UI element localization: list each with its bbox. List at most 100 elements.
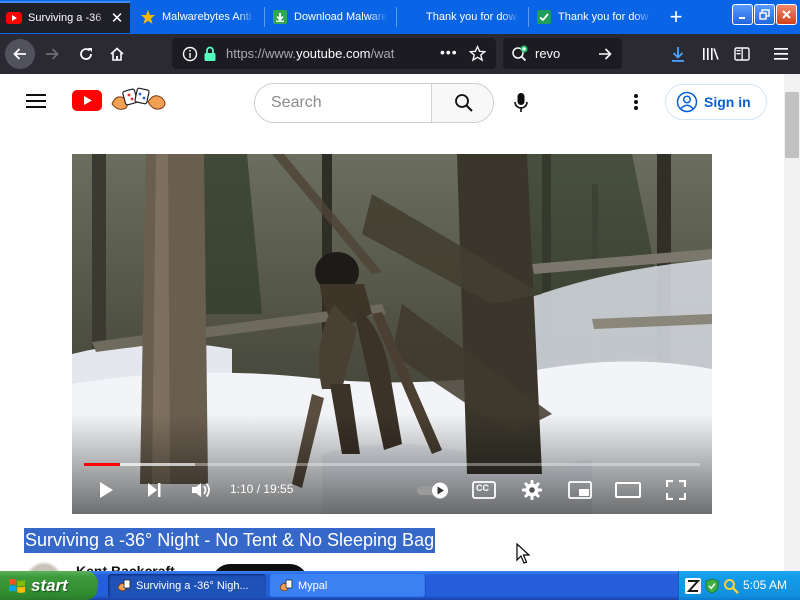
library-icon [703, 48, 719, 60]
mypal-app-icon [278, 578, 294, 594]
downloads-button[interactable] [663, 39, 693, 69]
system-tray: 5:05 AM [678, 571, 800, 600]
captions-label: CC [476, 483, 489, 493]
theater-mode-button[interactable] [614, 476, 642, 504]
tab-malwarebytes[interactable]: Malwarebytes Anti [134, 1, 262, 33]
tab-label: Download Malware [294, 11, 388, 23]
shield-tray-icon[interactable] [704, 578, 720, 594]
fullscreen-button[interactable] [662, 476, 690, 504]
taskbar-item-label: Mypal [298, 580, 328, 592]
new-tab-button[interactable]: + [662, 3, 690, 31]
taskbar-clock: 5:05 AM [743, 578, 788, 592]
windows-logo-icon [9, 578, 25, 593]
progress-played [84, 463, 121, 466]
start-label: start [31, 575, 68, 595]
back-arrow-icon [13, 48, 26, 60]
tab-label: Surviving a -36 [28, 12, 102, 24]
miniplayer-button[interactable] [566, 476, 594, 504]
video-player[interactable]: 1:10 / 19:55 CC [72, 154, 712, 514]
tab-label: Thank you for dow [426, 11, 517, 23]
tab-separator [264, 7, 265, 27]
url-bar[interactable]: https://www.youtube.com/wat ••• [172, 38, 496, 69]
download-favicon-icon [272, 9, 288, 25]
tab-close-icon[interactable]: ✕ [110, 9, 124, 27]
minimize-button[interactable] [732, 4, 753, 25]
video-title: Surviving a -36° Night - No Tent & No Sl… [24, 528, 436, 553]
start-button[interactable]: start [0, 571, 98, 600]
theater-mode-icon [615, 482, 641, 498]
forward-arrow-icon [46, 48, 59, 60]
browser-app-icon [116, 578, 132, 594]
autoplay-toggle[interactable] [416, 476, 452, 504]
tab-label: Malwarebytes Anti [162, 11, 252, 23]
tab-label: Thank you for dow [558, 11, 649, 23]
account-circle-icon [676, 91, 698, 113]
forward-button[interactable] [37, 39, 67, 69]
mouse-cursor-icon [516, 543, 530, 564]
youtube-search-input[interactable] [255, 84, 431, 122]
scrollbar-thumb[interactable] [785, 92, 799, 158]
hamburger-menu-icon [774, 48, 788, 60]
settings-button[interactable] [518, 476, 546, 504]
lock-icon[interactable] [203, 46, 217, 67]
taskbar-item-browser[interactable]: Surviving a -36° Nigh... [108, 574, 266, 598]
youtube-search-box [254, 83, 494, 123]
star-favicon-icon [140, 9, 156, 25]
captions-button[interactable]: CC [470, 476, 498, 504]
next-video-button[interactable] [140, 476, 168, 504]
youtube-favicon-icon [6, 10, 22, 26]
close-icon [782, 10, 791, 19]
download-arrow-icon [672, 47, 684, 62]
play-button[interactable] [92, 476, 120, 504]
sidebar-icon [734, 47, 750, 61]
search-bar[interactable]: revo [503, 38, 622, 69]
blank-favicon-icon [404, 9, 420, 25]
reload-button[interactable] [71, 39, 101, 69]
tab-download-malware[interactable]: Download Malware [266, 1, 394, 33]
tab-youtube-video[interactable]: Surviving a -36 ✕ [0, 1, 130, 33]
back-button[interactable] [5, 39, 35, 69]
time-display: 1:10 / 19:55 [230, 482, 294, 496]
voice-search-mic-icon[interactable] [513, 92, 529, 119]
minimize-icon [739, 17, 745, 19]
tab-thank-you-2[interactable]: Thank you for dow [530, 1, 658, 33]
app-menu-button[interactable] [766, 39, 796, 69]
search-go-arrow-icon[interactable] [597, 46, 613, 67]
taskbar-item-mypal[interactable]: Mypal [270, 574, 426, 598]
taskbar-item-label: Surviving a -36° Nigh... [136, 580, 249, 592]
search-tray-icon[interactable] [723, 578, 739, 594]
reload-icon [80, 48, 92, 60]
guide-menu-icon[interactable] [26, 93, 46, 114]
search-engine-icon[interactable] [511, 45, 529, 67]
green-check-favicon-icon [536, 9, 552, 25]
mute-button[interactable] [188, 476, 216, 504]
url-text[interactable]: https://www.youtube.com/wat [226, 46, 434, 61]
youtube-header: Sign in [0, 74, 784, 130]
search-icon [454, 94, 473, 112]
bookmark-star-icon[interactable] [468, 44, 487, 67]
page-scrollbar[interactable] [784, 74, 800, 571]
autoplay-toggle-icon [417, 482, 448, 499]
skip-next-icon [148, 483, 161, 497]
home-icon [110, 47, 124, 61]
progress-bar[interactable] [84, 463, 700, 466]
zonealarm-tray-icon[interactable] [685, 577, 701, 594]
doodle-icon[interactable] [108, 86, 170, 119]
youtube-search-button[interactable] [431, 84, 493, 122]
tab-separator [396, 7, 397, 27]
miniplayer-icon [568, 481, 592, 499]
page-info-icon[interactable] [182, 46, 198, 67]
home-button[interactable] [102, 39, 132, 69]
tab-thank-you-1[interactable]: Thank you for dow [398, 1, 526, 33]
library-button[interactable] [696, 39, 726, 69]
search-bar-value: revo [535, 46, 561, 61]
sign-in-button[interactable]: Sign in [665, 84, 767, 120]
navigation-toolbar: https://www.youtube.com/wat ••• revo [0, 34, 800, 74]
close-window-button[interactable] [776, 4, 797, 25]
page-actions-menu-icon[interactable]: ••• [440, 44, 458, 60]
url-prefix: https://www. [226, 46, 297, 61]
settings-more-icon[interactable] [633, 93, 639, 116]
sidebar-button[interactable] [727, 39, 757, 69]
youtube-logo-icon[interactable] [72, 90, 102, 116]
restore-button[interactable] [754, 4, 775, 25]
